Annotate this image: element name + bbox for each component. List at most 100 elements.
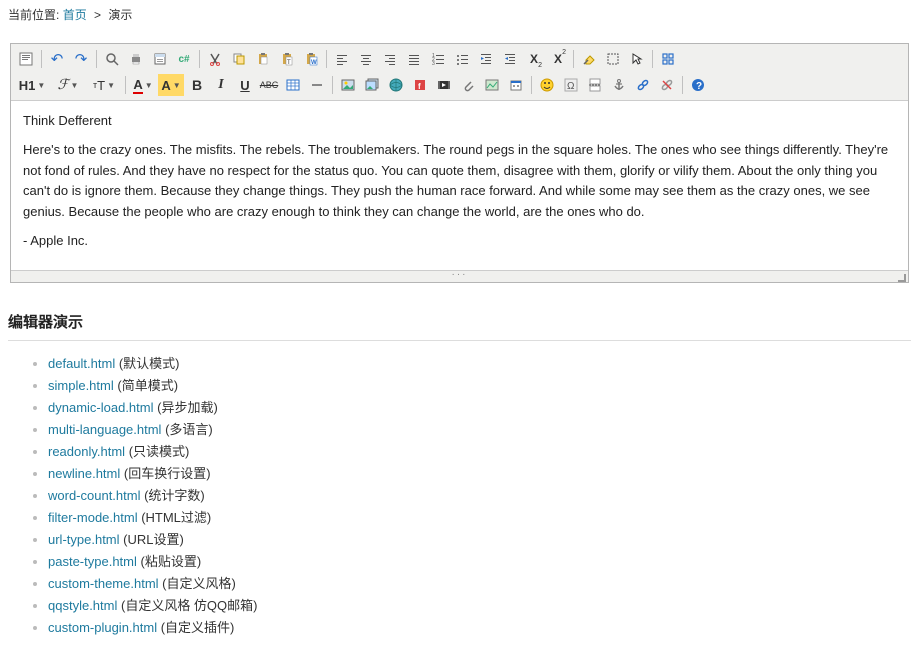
editor: ↶ ↷ c# T W 123 bbox=[10, 43, 909, 283]
source-icon[interactable] bbox=[15, 48, 37, 70]
demo-link[interactable]: simple.html bbox=[48, 378, 114, 393]
ordered-list-icon[interactable]: 123 bbox=[427, 48, 449, 70]
justify-full-icon[interactable] bbox=[403, 48, 425, 70]
demo-link-item: url-type.html (URL设置) bbox=[48, 529, 911, 548]
separator bbox=[96, 50, 97, 68]
multi-image-icon[interactable] bbox=[361, 74, 383, 96]
demo-link-desc: (只读模式) bbox=[125, 444, 189, 459]
fullscreen-icon[interactable] bbox=[657, 48, 679, 70]
map-icon[interactable] bbox=[481, 74, 503, 96]
special-char-icon[interactable]: Ω bbox=[560, 74, 582, 96]
unordered-list-icon[interactable] bbox=[451, 48, 473, 70]
hr-icon[interactable] bbox=[306, 74, 328, 96]
demo-link-item: qqstyle.html (自定义风格 仿QQ邮箱) bbox=[48, 595, 911, 614]
demo-link-desc: (多语言) bbox=[161, 422, 212, 437]
remote-image-icon[interactable] bbox=[385, 74, 407, 96]
breadcrumb-current: 演示 bbox=[108, 8, 132, 22]
separator bbox=[199, 50, 200, 68]
image-icon[interactable] bbox=[337, 74, 359, 96]
demo-link-desc: (统计字数) bbox=[140, 488, 204, 503]
flash-icon[interactable]: f bbox=[409, 74, 431, 96]
clear-format-icon[interactable] bbox=[578, 48, 600, 70]
media-icon[interactable] bbox=[433, 74, 455, 96]
select-all-icon[interactable] bbox=[602, 48, 624, 70]
anchor-icon[interactable] bbox=[608, 74, 630, 96]
demo-link[interactable]: newline.html bbox=[48, 466, 120, 481]
demo-link[interactable]: url-type.html bbox=[48, 532, 120, 547]
demo-link[interactable]: multi-language.html bbox=[48, 422, 161, 437]
demo-link-desc: (HTML过滤) bbox=[138, 510, 212, 525]
about-icon[interactable]: ? bbox=[687, 74, 709, 96]
breadcrumb: 当前位置: 首页 > 演示 bbox=[8, 0, 911, 29]
separator bbox=[573, 50, 574, 68]
code-icon[interactable]: c# bbox=[173, 48, 195, 70]
bold-icon[interactable]: B bbox=[186, 74, 208, 96]
demo-link-item: simple.html (简单模式) bbox=[48, 375, 911, 394]
editor-title: Think Defferent bbox=[23, 111, 896, 132]
editor-sign: - Apple Inc. bbox=[23, 231, 896, 252]
strikethrough-icon[interactable]: ABC bbox=[258, 74, 280, 96]
superscript-icon[interactable]: X2 bbox=[547, 48, 569, 70]
pointer-icon[interactable] bbox=[626, 48, 648, 70]
toolbar: ↶ ↷ c# T W 123 bbox=[11, 44, 908, 101]
underline-icon[interactable]: U bbox=[234, 74, 256, 96]
attachment-icon[interactable] bbox=[457, 74, 479, 96]
demo-link-item: readonly.html (只读模式) bbox=[48, 441, 911, 460]
subscript-icon[interactable]: X2 bbox=[523, 48, 545, 70]
separator bbox=[326, 50, 327, 68]
paste-text-icon[interactable]: T bbox=[276, 48, 298, 70]
cut-icon[interactable] bbox=[204, 48, 226, 70]
heading-dropdown[interactable]: H1▼ bbox=[15, 74, 49, 96]
resize-handle[interactable] bbox=[11, 270, 908, 282]
print-icon[interactable] bbox=[125, 48, 147, 70]
preview-icon[interactable] bbox=[101, 48, 123, 70]
svg-text:W: W bbox=[311, 60, 317, 66]
demo-link-desc: (默认模式) bbox=[115, 356, 179, 371]
demo-link-item: filter-mode.html (HTML过滤) bbox=[48, 507, 911, 526]
unlink-icon[interactable] bbox=[656, 74, 678, 96]
demo-link-desc: (回车换行设置) bbox=[120, 466, 210, 481]
demo-link[interactable]: qqstyle.html bbox=[48, 598, 117, 613]
font-family-dropdown[interactable]: ℱ▼ bbox=[51, 74, 85, 96]
emoji-icon[interactable] bbox=[536, 74, 558, 96]
date-icon[interactable] bbox=[505, 74, 527, 96]
copy-icon[interactable] bbox=[228, 48, 250, 70]
justify-left-icon[interactable] bbox=[331, 48, 353, 70]
demo-link[interactable]: dynamic-load.html bbox=[48, 400, 154, 415]
breadcrumb-home-link[interactable]: 首页 bbox=[63, 8, 87, 22]
separator bbox=[41, 50, 42, 68]
page-break-icon[interactable] bbox=[584, 74, 606, 96]
justify-center-icon[interactable] bbox=[355, 48, 377, 70]
justify-right-icon[interactable] bbox=[379, 48, 401, 70]
outdent-icon[interactable] bbox=[499, 48, 521, 70]
separator bbox=[652, 50, 653, 68]
editor-content[interactable]: Think Defferent Here's to the crazy ones… bbox=[11, 101, 908, 270]
forecolor-dropdown[interactable]: A▼ bbox=[130, 74, 156, 96]
demo-link-item: paste-type.html (粘贴设置) bbox=[48, 551, 911, 570]
paste-word-icon[interactable]: W bbox=[300, 48, 322, 70]
italic-icon[interactable]: I bbox=[210, 74, 232, 96]
demo-link[interactable]: filter-mode.html bbox=[48, 510, 138, 525]
demo-links-list: default.html (默认模式) simple.html (简单模式) dyn… bbox=[48, 353, 911, 636]
svg-text:?: ? bbox=[696, 81, 702, 92]
demo-link[interactable]: custom-plugin.html bbox=[48, 620, 157, 635]
table-icon[interactable] bbox=[282, 74, 304, 96]
demo-link[interactable]: default.html bbox=[48, 356, 115, 371]
demo-link[interactable]: custom-theme.html bbox=[48, 576, 159, 591]
paste-icon[interactable] bbox=[252, 48, 274, 70]
indent-icon[interactable] bbox=[475, 48, 497, 70]
toolbar-row-1: ↶ ↷ c# T W 123 bbox=[14, 46, 905, 72]
demo-link-desc: (自定义风格) bbox=[159, 576, 236, 591]
redo-icon[interactable]: ↷ bbox=[70, 48, 92, 70]
demo-link-item: dynamic-load.html (异步加载) bbox=[48, 397, 911, 416]
undo-icon[interactable]: ↶ bbox=[46, 48, 68, 70]
template-icon[interactable] bbox=[149, 48, 171, 70]
link-icon[interactable] bbox=[632, 74, 654, 96]
hilite-dropdown[interactable]: A▼ bbox=[158, 74, 184, 96]
demo-link-item: custom-theme.html (自定义风格) bbox=[48, 573, 911, 592]
demo-link[interactable]: word-count.html bbox=[48, 488, 140, 503]
demo-link[interactable]: readonly.html bbox=[48, 444, 125, 459]
demo-link-item: word-count.html (统计字数) bbox=[48, 485, 911, 504]
demo-link[interactable]: paste-type.html bbox=[48, 554, 137, 569]
font-size-dropdown[interactable]: тT▼ bbox=[87, 74, 121, 96]
